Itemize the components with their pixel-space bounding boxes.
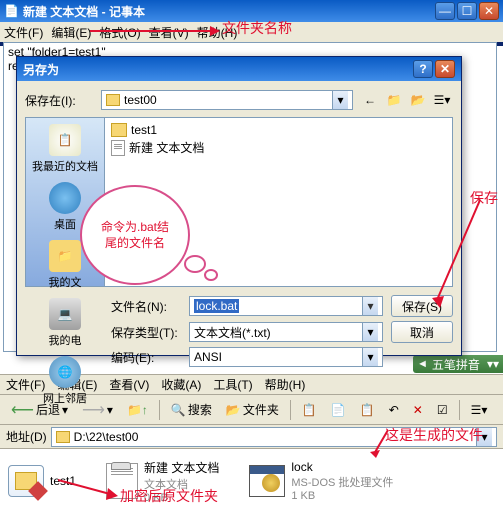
address-label: 地址(D)	[6, 428, 47, 445]
batch-large-icon	[249, 465, 285, 497]
tb-delete-icon[interactable]: ✕	[408, 400, 428, 420]
folder-icon	[106, 94, 120, 106]
doc-icon	[111, 140, 125, 156]
sidebar-desktop[interactable]: 桌面	[47, 180, 83, 234]
sidebar-mycomputer[interactable]: 💻我的电	[47, 296, 84, 350]
filetype-select[interactable]: 文本文档(*.txt)▾	[189, 322, 383, 342]
address-value: D:\22\test00	[74, 430, 139, 444]
notepad-title: 新建 文本文档 - 记事本	[23, 3, 435, 20]
encoding-label: 编码(E):	[111, 349, 181, 366]
folder-large-icon	[8, 465, 44, 497]
menu-file[interactable]: 文件(F)	[4, 24, 43, 41]
view-icon[interactable]: ☰▾	[431, 89, 453, 111]
tb-copy-icon[interactable]: 📋	[297, 400, 322, 420]
explorer-file-view[interactable]: test1 新建 文本文档 文本文档 0 KB lock MS-DOS 批处理文…	[0, 449, 503, 513]
tb-undo-icon[interactable]: ↶	[384, 400, 404, 420]
saveas-title: 另存为	[23, 61, 411, 78]
menu-format[interactable]: 格式(O)	[99, 24, 140, 41]
sidebar-recent[interactable]: 📋我最近的文档	[30, 122, 100, 176]
tb-move-icon[interactable]: 📄	[326, 400, 351, 420]
address-bar: 地址(D) D:\22\test00 ▾	[0, 425, 503, 449]
chevron-down-icon[interactable]: ▾	[362, 348, 378, 366]
folder-icon	[111, 123, 127, 137]
filename-label: 文件名(N):	[111, 298, 181, 315]
close-button[interactable]: ✕	[479, 2, 499, 20]
file-item-batch[interactable]: lock MS-DOS 批处理文件 1 KB	[249, 461, 393, 501]
folder-icon	[56, 431, 70, 443]
tb-paste-icon[interactable]: 📋	[355, 400, 380, 420]
chevron-down-icon[interactable]: ▾	[362, 323, 378, 341]
up-button[interactable]: 📁↑	[122, 400, 153, 420]
sidebar-network[interactable]: 🌐网上邻居	[41, 354, 89, 408]
search-button[interactable]: 🔍搜索	[166, 398, 217, 421]
folders-button[interactable]: 📂文件夹	[221, 398, 284, 421]
minimize-button[interactable]: —	[435, 2, 455, 20]
maximize-button[interactable]: ☐	[457, 2, 477, 20]
recent-docs-icon: 📋	[49, 124, 81, 156]
help-button[interactable]: ?	[413, 60, 433, 78]
list-item[interactable]: test1	[109, 122, 448, 138]
file-item-folder[interactable]: test1	[8, 461, 76, 501]
save-in-dropdown[interactable]: test00 ▾	[101, 90, 353, 110]
mydocs-icon: 📁	[49, 240, 81, 272]
dialog-close-button[interactable]: ✕	[435, 60, 455, 78]
save-as-dialog: 另存为 ? ✕ 保存在(I): test00 ▾ ← 📁 📂 ☰▾ 📋我最近的文…	[16, 56, 462, 356]
notepad-window: 📄 新建 文本文档 - 记事本 — ☐ ✕ 文件(F) 编辑(E) 格式(O) …	[0, 0, 503, 46]
back-icon[interactable]: ←	[359, 89, 381, 111]
save-in-label: 保存在(I):	[25, 92, 95, 109]
chevron-down-icon[interactable]: ▾	[362, 297, 378, 315]
textdoc-large-icon	[106, 463, 138, 499]
file-item-textdoc[interactable]: 新建 文本文档 文本文档 0 KB	[106, 461, 219, 501]
address-input[interactable]: D:\22\test00 ▾	[51, 427, 497, 447]
save-button[interactable]: 保存(S)	[391, 295, 453, 317]
filename-input[interactable]: lock.bat▾	[189, 296, 383, 316]
menu-edit[interactable]: 编辑(E)	[51, 24, 91, 41]
tb-views-icon[interactable]: ☰▾	[466, 400, 493, 420]
chevron-down-icon[interactable]: ▾	[476, 428, 492, 446]
desktop-icon	[49, 182, 81, 214]
ime-menu-icon[interactable]: ▾▾	[487, 357, 499, 371]
filetype-label: 保存类型(T):	[111, 324, 181, 341]
annotation-callout-bat: 命令为.bat结 尾的文件名	[80, 185, 190, 285]
new-folder-icon[interactable]: 📂	[407, 89, 429, 111]
list-item[interactable]: 新建 文本文档	[109, 138, 448, 157]
notepad-menubar: 文件(F) 编辑(E) 格式(O) 查看(V) 帮助(H)	[0, 22, 503, 42]
up-icon[interactable]: 📁	[383, 89, 405, 111]
saveas-titlebar[interactable]: 另存为 ? ✕	[17, 57, 461, 81]
notepad-titlebar[interactable]: 📄 新建 文本文档 - 记事本 — ☐ ✕	[0, 0, 503, 22]
menu-help[interactable]: 帮助(H)	[197, 24, 238, 41]
sidebar-mydocs[interactable]: 📁我的文	[47, 238, 84, 292]
network-icon: 🌐	[49, 356, 81, 388]
notepad-icon: 📄	[4, 4, 19, 18]
save-in-value: test00	[124, 93, 157, 107]
encoding-select[interactable]: ANSI▾	[189, 347, 383, 367]
cancel-button[interactable]: 取消	[391, 321, 453, 343]
tb-props-icon[interactable]: ☑	[432, 400, 453, 420]
menu-view[interactable]: 查看(V)	[149, 24, 189, 41]
dropdown-arrow-icon[interactable]: ▾	[332, 91, 348, 109]
computer-icon: 💻	[49, 298, 81, 330]
